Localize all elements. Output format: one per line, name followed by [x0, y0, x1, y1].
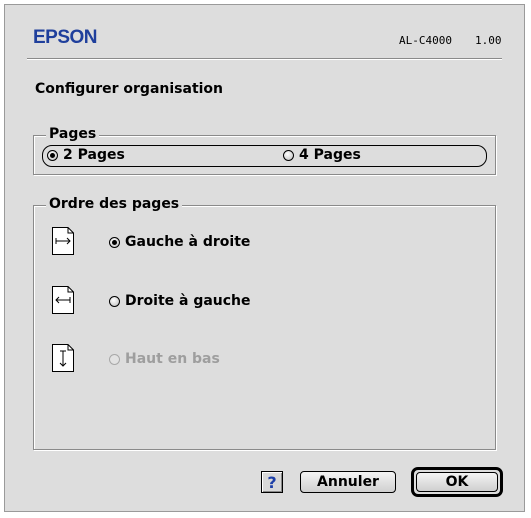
- radio-left-to-right[interactable]: Gauche à droite: [109, 234, 250, 250]
- radio-4-pages-indicator[interactable]: [283, 149, 294, 161]
- radio-4-pages[interactable]: 4 Pages: [283, 147, 361, 163]
- radio-right-to-left-label[interactable]: Droite à gauche: [125, 293, 251, 309]
- pages-segmented-control: 2 Pages 4 Pages: [42, 145, 487, 167]
- radio-top-to-bottom[interactable]: Haut en bas: [109, 351, 220, 367]
- radio-left-to-right-indicator[interactable]: [109, 236, 120, 248]
- dialog-title: Configurer organisation: [35, 81, 224, 97]
- header-divider: [27, 58, 502, 60]
- layout-settings-dialog: EPSON AL-C4000 1.00 Configurer organisat…: [4, 4, 525, 512]
- ok-button[interactable]: OK: [416, 472, 498, 492]
- pages-group-label: Pages: [46, 126, 100, 142]
- radio-2-pages-indicator[interactable]: [47, 149, 58, 161]
- help-button[interactable]: ?: [261, 471, 283, 493]
- radio-2-pages[interactable]: 2 Pages: [47, 147, 125, 163]
- radio-4-pages-label[interactable]: 4 Pages: [299, 147, 361, 163]
- radio-right-to-left[interactable]: Droite à gauche: [109, 293, 251, 309]
- radio-2-pages-label[interactable]: 2 Pages: [63, 147, 125, 163]
- radio-left-to-right-label[interactable]: Gauche à droite: [125, 234, 250, 250]
- page-order-group-label: Ordre des pages: [46, 196, 183, 212]
- radio-top-to-bottom-label[interactable]: Haut en bas: [125, 351, 220, 367]
- driver-version: 1.00: [475, 34, 502, 47]
- page-order-group: Ordre des pages Gauche à droite Droite à…: [33, 196, 496, 450]
- left-to-right-arrow-icon: [52, 227, 74, 255]
- printer-model: AL-C4000: [399, 34, 452, 47]
- brand-logo: EPSON: [33, 27, 98, 48]
- cancel-button[interactable]: Annuler: [300, 471, 396, 493]
- radio-top-to-bottom-indicator[interactable]: [109, 353, 120, 365]
- radio-right-to-left-indicator[interactable]: [109, 295, 120, 307]
- right-to-left-arrow-icon: [52, 286, 74, 314]
- top-to-bottom-arrow-icon: [52, 344, 74, 372]
- pages-group: Pages 2 Pages 4 Pages: [33, 126, 496, 175]
